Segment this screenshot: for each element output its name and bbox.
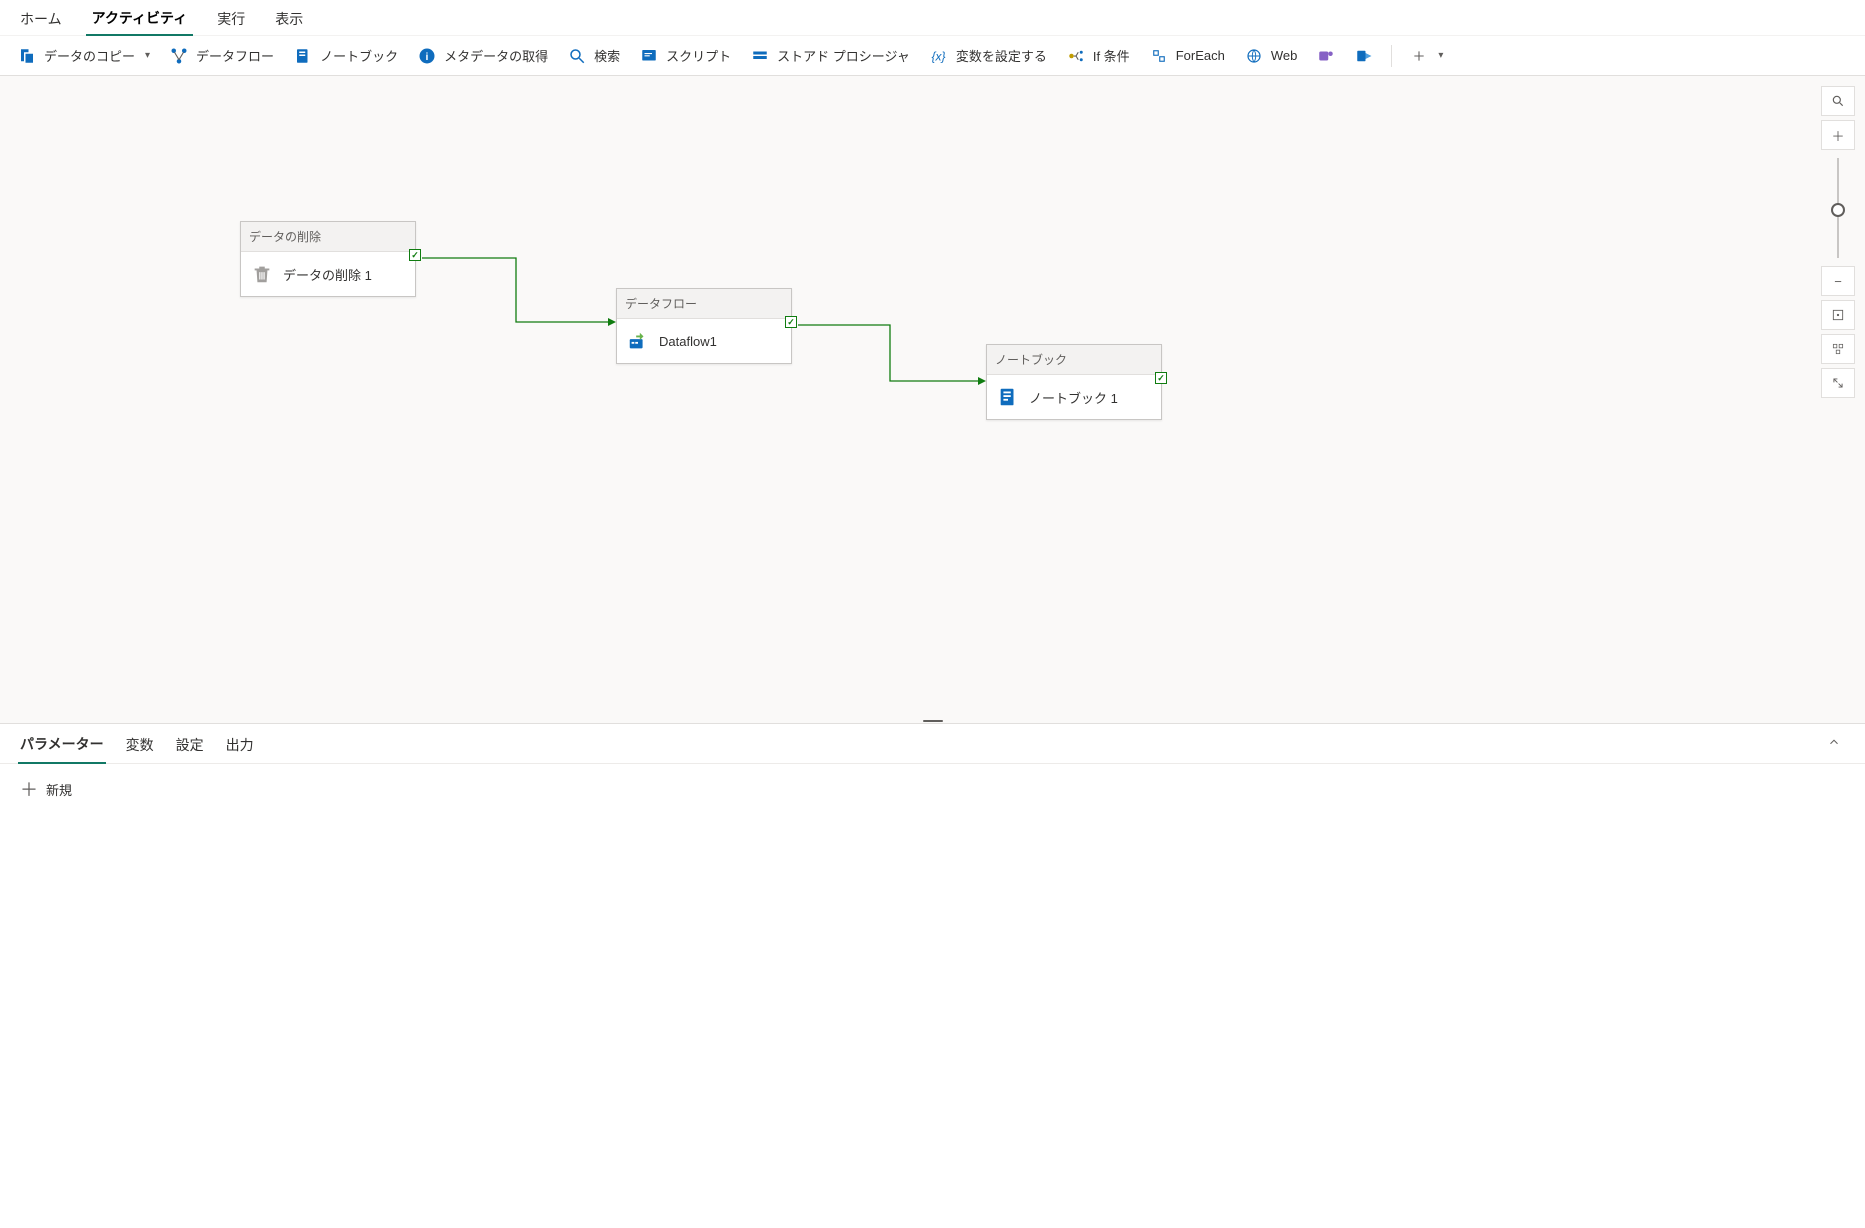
tab-run[interactable]: 実行 (211, 1, 251, 35)
info-icon: i (418, 47, 436, 65)
bottom-panel: パラメーター 変数 設定 出力 ＋ 新規 (0, 724, 1865, 814)
tool-foreach[interactable]: ForEach (1142, 43, 1233, 69)
activity-toolbar: データのコピー ▾ データフロー ノートブック i メタデータの取得 検索 スク… (0, 36, 1865, 76)
tool-foreach-label: ForEach (1176, 48, 1225, 63)
svg-text:{x}: {x} (931, 49, 945, 63)
zoom-in-button[interactable]: ＋ (1821, 120, 1855, 150)
top-tab-bar: ホーム アクティビティ 実行 表示 (0, 0, 1865, 36)
plus-icon (1410, 47, 1428, 65)
tool-search-label: 検索 (594, 46, 620, 65)
if-icon (1067, 47, 1085, 65)
tool-web-label: Web (1271, 48, 1298, 63)
btab-parameters[interactable]: パラメーター (18, 724, 106, 764)
stored-proc-icon (751, 47, 769, 65)
svg-text:i: i (426, 50, 429, 62)
tool-copy-data[interactable]: データのコピー ▾ (10, 42, 158, 69)
script-icon (640, 47, 658, 65)
chevron-down-icon: ▾ (145, 50, 150, 61)
trash-icon (251, 263, 273, 285)
search-icon (568, 47, 586, 65)
tool-teams[interactable] (1309, 43, 1343, 69)
auto-layout-button[interactable] (1821, 334, 1855, 364)
activity-node-dataflow[interactable]: データフロー Dataflow1 ✓ (616, 288, 792, 364)
btab-output[interactable]: 出力 (224, 725, 256, 763)
node-header: ノートブック (987, 345, 1161, 375)
zoom-slider[interactable] (1837, 158, 1839, 258)
teams-icon (1317, 47, 1335, 65)
notebook-icon (294, 47, 312, 65)
btab-settings[interactable]: 設定 (174, 725, 206, 763)
tool-notebook-label: ノートブック (320, 46, 398, 65)
zoom-thumb[interactable] (1831, 203, 1845, 217)
success-check-icon: ✓ (409, 249, 421, 261)
activity-node-notebook[interactable]: ノートブック ノートブック 1 ✓ (986, 344, 1162, 420)
pipeline-canvas[interactable]: ＋ − データの削除 データの削除 1 ✓ データフロー (0, 76, 1865, 724)
tool-notebook[interactable]: ノートブック (286, 42, 406, 69)
node-header: データの削除 (241, 222, 415, 252)
node-label: ノートブック 1 (1029, 388, 1118, 407)
tool-if-condition[interactable]: If 条件 (1059, 42, 1138, 69)
tool-get-metadata-label: メタデータの取得 (444, 46, 548, 65)
tool-set-variable[interactable]: {x} 変数を設定する (922, 42, 1055, 69)
tool-script[interactable]: スクリプト (632, 42, 739, 69)
node-label: Dataflow1 (659, 334, 717, 349)
tool-stored-proc-label: ストアド プロシージャ (777, 46, 910, 65)
success-check-icon: ✓ (1155, 372, 1167, 384)
tool-web[interactable]: Web (1237, 43, 1306, 69)
new-label: 新規 (46, 780, 72, 799)
btab-variables[interactable]: 変数 (124, 725, 156, 763)
tab-display[interactable]: 表示 (269, 1, 309, 35)
notebook-icon (997, 386, 1019, 408)
tab-home[interactable]: ホーム (14, 1, 68, 35)
foreach-icon (1150, 47, 1168, 65)
node-header: データフロー (617, 289, 791, 319)
plus-icon: ＋ (20, 776, 38, 802)
tool-dataflow[interactable]: データフロー (162, 42, 282, 69)
tool-get-metadata[interactable]: i メタデータの取得 (410, 42, 556, 69)
tool-dataflow-label: データフロー (196, 46, 274, 65)
tool-add-more[interactable]: ▾ (1402, 43, 1451, 69)
panel-resize-handle[interactable] (920, 720, 946, 726)
canvas-search-button[interactable] (1821, 86, 1855, 116)
chevron-down-icon: ▾ (1438, 50, 1443, 61)
tool-search[interactable]: 検索 (560, 42, 628, 69)
tab-activity[interactable]: アクティビティ (86, 0, 194, 36)
tool-stored-proc[interactable]: ストアド プロシージャ (743, 42, 918, 69)
node-label: データの削除 1 (283, 265, 372, 284)
dataflow-icon (170, 47, 188, 65)
tool-if-condition-label: If 条件 (1093, 46, 1130, 65)
fit-to-screen-button[interactable] (1821, 300, 1855, 330)
toolbar-separator (1391, 45, 1392, 67)
panel-body: ＋ 新規 (0, 764, 1865, 814)
copy-data-icon (18, 47, 36, 65)
outlook-icon (1355, 47, 1373, 65)
zoom-out-button[interactable]: − (1821, 266, 1855, 296)
dataflow-table-icon (627, 330, 649, 352)
bottom-tab-bar: パラメーター 変数 設定 出力 (0, 724, 1865, 764)
web-icon (1245, 47, 1263, 65)
activity-node-delete[interactable]: データの削除 データの削除 1 ✓ (240, 221, 416, 297)
canvas-side-tools: ＋ − (1821, 86, 1855, 398)
tool-set-variable-label: 変数を設定する (956, 46, 1047, 65)
success-check-icon: ✓ (785, 316, 797, 328)
collapse-button[interactable] (1821, 368, 1855, 398)
panel-collapse-button[interactable] (1821, 729, 1847, 758)
variable-icon: {x} (930, 47, 948, 65)
new-parameter-button[interactable]: ＋ 新規 (20, 776, 72, 802)
tool-copy-data-label: データのコピー (44, 46, 135, 65)
tool-script-label: スクリプト (666, 46, 731, 65)
tool-outlook[interactable] (1347, 43, 1381, 69)
